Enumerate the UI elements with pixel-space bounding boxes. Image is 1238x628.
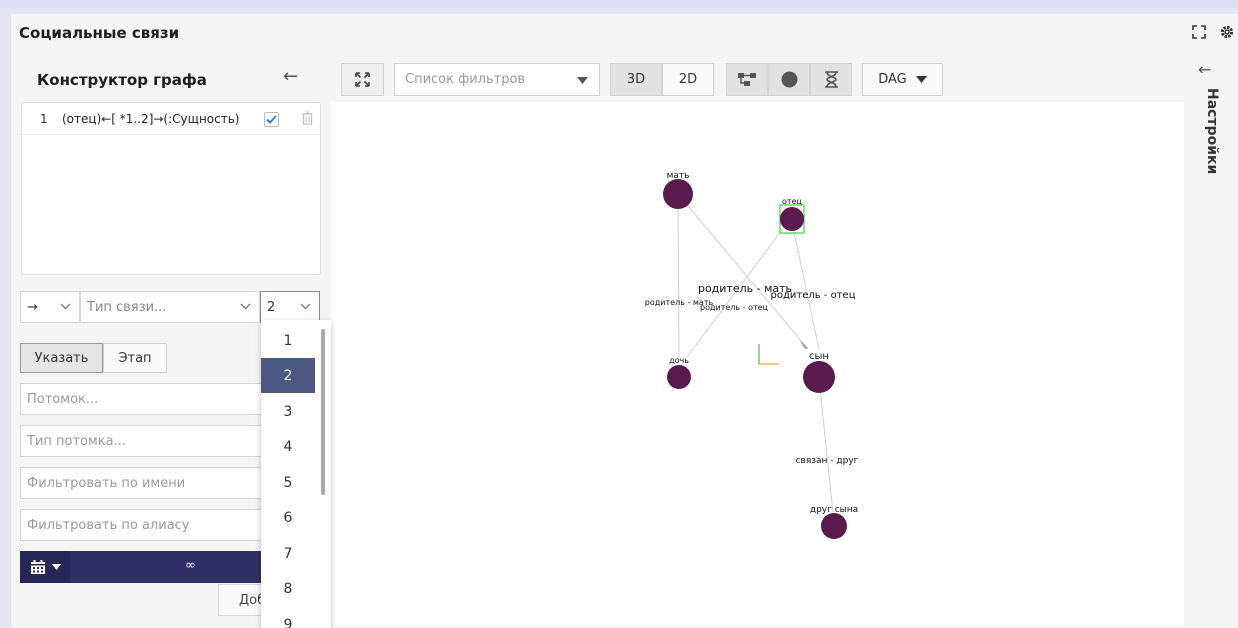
calendar-button[interactable] <box>20 551 70 583</box>
query-row[interactable]: 1 (отец)←[ *1..2]→(:Сущность) <box>22 103 320 135</box>
chevron-down-icon <box>240 303 251 310</box>
depth-option[interactable]: 4 <box>261 429 315 464</box>
caret-down-icon <box>915 76 927 83</box>
node-label-mother: мать <box>667 171 690 181</box>
depth-option[interactable]: 6 <box>261 500 315 535</box>
date-range-value: ∞ <box>185 558 196 573</box>
node-shape-button[interactable] <box>768 63 810 96</box>
layout-value: DAG <box>878 72 907 87</box>
graph-node-daughter[interactable] <box>667 365 691 389</box>
hierarchy-icon <box>738 73 756 86</box>
depth-value: 2 <box>267 299 276 315</box>
depth-option[interactable]: 1 <box>261 323 315 358</box>
node-label-daughter: дочь <box>669 356 689 365</box>
depth-option-selected[interactable]: 2 <box>261 358 315 393</box>
axis-gizmo <box>758 344 779 365</box>
edge-label-parent-father-small: родитель - отец <box>700 303 769 312</box>
graph-svg[interactable]: мать отец дочь сын друг сына родитель - … <box>331 102 1184 626</box>
fullscreen-icon[interactable] <box>1189 22 1209 42</box>
graph-node-father[interactable] <box>780 207 804 231</box>
graph-node-son[interactable] <box>803 361 835 393</box>
hourglass-icon <box>824 71 838 88</box>
query-row-text: (отец)←[ *1..2]→(:Сущность) <box>62 112 240 126</box>
depth-option[interactable]: 5 <box>261 465 315 500</box>
direction-value: → <box>27 299 38 315</box>
depth-option[interactable]: 7 <box>261 536 315 571</box>
filter-list-select[interactable]: Список фильтров <box>394 63 600 96</box>
edge-father-son <box>790 217 820 350</box>
expand-arrows-icon <box>355 72 370 87</box>
dropdown-scrollbar[interactable] <box>321 329 325 495</box>
calendar-icon <box>30 560 45 574</box>
graph-node-friend[interactable] <box>821 513 847 539</box>
view-2d-button[interactable]: 2D <box>662 63 714 96</box>
query-row-number: 1 <box>40 112 48 126</box>
graph-canvas[interactable]: мать отец дочь сын друг сына родитель - … <box>331 102 1184 626</box>
depth-option[interactable]: 9 <box>261 607 315 628</box>
hourglass-button[interactable] <box>810 63 852 96</box>
fit-view-button[interactable] <box>341 63 384 96</box>
depth-dropdown: 1 2 3 4 5 6 7 8 9 <box>261 320 331 628</box>
settings-tab[interactable]: Настройки <box>1204 88 1220 174</box>
filter-name-input[interactable]: Фильтровать по имени <box>20 467 270 499</box>
descendant-type-input[interactable]: Тип потомка... <box>20 425 270 457</box>
graph-node-mother[interactable] <box>663 179 693 209</box>
node-label-father: отец <box>782 197 802 206</box>
caret-down-icon <box>577 77 588 84</box>
filter-list-placeholder: Список фильтров <box>405 72 526 87</box>
panel-title: Конструктор графа <box>37 71 207 89</box>
depth-option[interactable]: 3 <box>261 394 315 429</box>
view-3d-button[interactable]: 3D <box>610 63 662 96</box>
node-label-son: сын <box>809 351 829 362</box>
relation-type-placeholder: Тип связи... <box>87 299 167 315</box>
edge-mother-daughter <box>677 193 680 363</box>
collapse-panel-arrow-icon[interactable]: ← <box>283 66 298 87</box>
relation-type-select[interactable]: Тип связи... <box>80 291 260 323</box>
direction-select[interactable]: → <box>20 291 80 323</box>
caret-down-icon <box>51 564 61 570</box>
app-window: Социальные связи Конструктор графа ← 1 (… <box>10 14 1238 628</box>
circle-icon <box>781 71 797 88</box>
tree-layout-button[interactable] <box>726 63 768 96</box>
chevron-down-icon <box>300 303 311 310</box>
depth-select[interactable]: 2 <box>260 291 320 323</box>
mode-tab-stage[interactable]: Этап <box>103 343 167 373</box>
top-strip <box>0 0 1238 8</box>
gear-icon[interactable] <box>1217 22 1237 42</box>
query-list: 1 (отец)←[ *1..2]→(:Сущность) <box>21 102 321 275</box>
edge-son-friend <box>818 377 834 514</box>
edge-arrow <box>799 340 808 349</box>
layout-select[interactable]: DAG <box>862 63 943 96</box>
trash-icon[interactable] <box>302 111 313 128</box>
depth-option[interactable]: 8 <box>261 571 315 606</box>
mode-tab-specify[interactable]: Указать <box>20 343 103 373</box>
descendant-input[interactable]: Потомок... <box>20 383 270 415</box>
query-row-checkbox[interactable] <box>264 112 279 127</box>
edge-label-parent-father: родитель - отец <box>770 290 855 301</box>
edge-label-linked-friend: связан - друг <box>796 456 859 466</box>
node-label-friend: друг сына <box>810 505 858 515</box>
date-range-bar[interactable]: ∞ <box>20 551 270 583</box>
app-title: Социальные связи <box>19 24 180 42</box>
chevron-down-icon <box>60 303 71 310</box>
filter-alias-input[interactable]: Фильтровать по алиасу <box>20 509 270 541</box>
settings-back-arrow-icon[interactable]: ← <box>1198 60 1211 79</box>
